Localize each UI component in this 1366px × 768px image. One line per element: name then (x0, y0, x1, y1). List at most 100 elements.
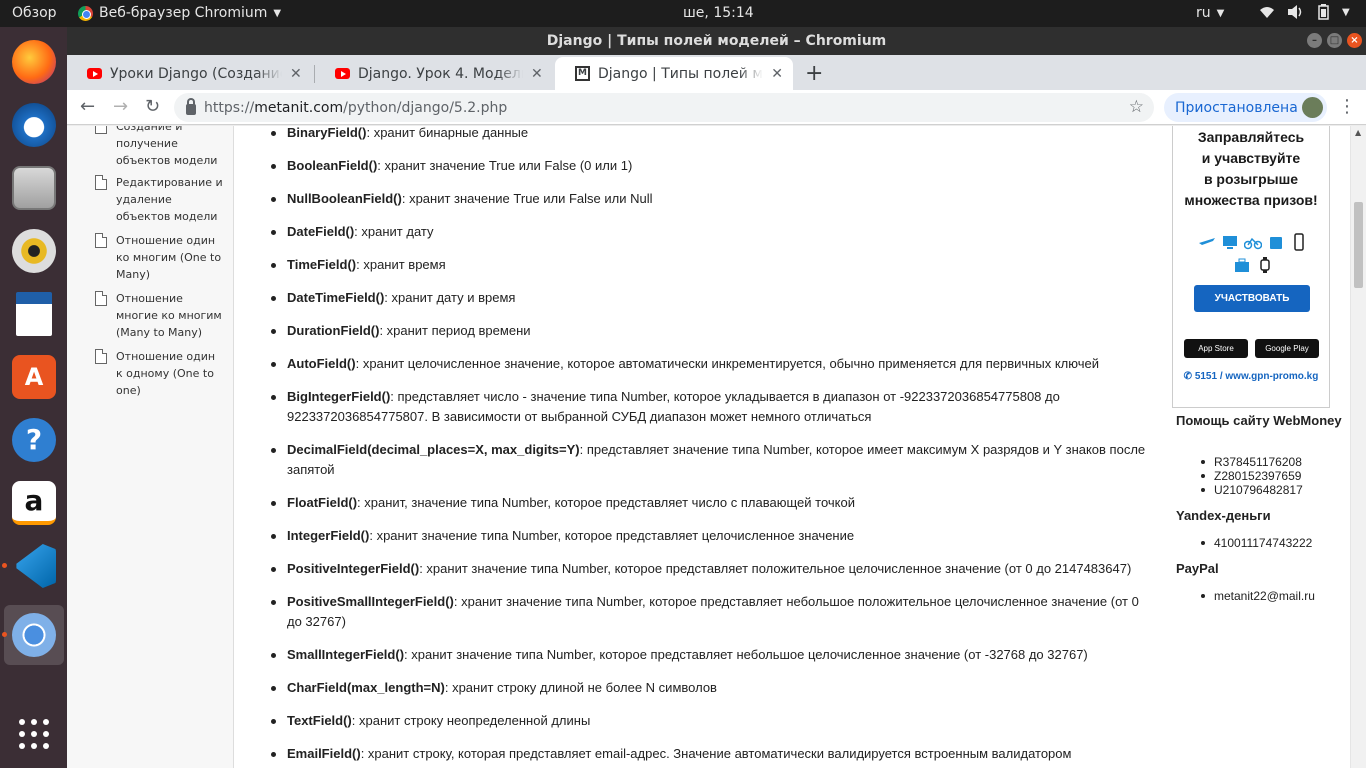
keyboard-layout-label: ru (1196, 5, 1211, 21)
bookmark-star-icon[interactable]: ☆ (1129, 97, 1144, 117)
page-scrollbar[interactable]: ▲ (1350, 126, 1366, 768)
app-menu-label: Веб-браузер Chromium (99, 5, 268, 21)
more-menu-icon[interactable]: ⋮ (1338, 96, 1356, 117)
back-arrow-icon[interactable]: ← (80, 96, 95, 117)
paypal-heading: PayPal (1176, 561, 1219, 576)
lock-icon[interactable] (186, 98, 196, 115)
new-tab-button[interactable]: + (805, 61, 823, 86)
list-item: Z280152397659 (1200, 469, 1302, 483)
tab-title: Django. Урок 4. Модели - (358, 65, 523, 82)
dock-vscode[interactable] (2, 536, 64, 596)
keyboard-layout[interactable]: ru ▼ (1196, 5, 1224, 21)
activities-button[interactable]: Обзор (12, 5, 57, 21)
software-center-icon: A (12, 355, 56, 399)
system-tray[interactable]: ▼ (1258, 4, 1350, 20)
chromium-icon (78, 5, 93, 21)
dock-chromium[interactable] (2, 605, 64, 665)
maximize-button[interactable]: □ (1327, 33, 1342, 48)
jerrycan-icon (1270, 237, 1282, 249)
list-item: TextField(): хранит строку неопределенно… (271, 711, 1157, 731)
libreoffice-writer-icon (16, 292, 52, 336)
tab-django-lesson-4[interactable]: Django. Урок 4. Модели - ✕ (315, 57, 553, 90)
profile-button[interactable]: Приостановлена (1164, 93, 1327, 122)
close-tab-icon[interactable]: ✕ (531, 66, 543, 82)
list-item: BinaryField(): хранит бинарные данные (271, 126, 1157, 143)
url-host: metanit.com (254, 99, 344, 116)
list-item: TimeField(): хранит время (271, 255, 1157, 275)
vscode-icon (16, 544, 56, 588)
list-item: metanit22@mail.ru (1201, 589, 1315, 603)
url-scheme: https:// (204, 99, 255, 116)
amazon-icon: a (12, 481, 56, 525)
ad-text: Заправляйтесь и учавствуйте в розыгрыше … (1184, 129, 1318, 208)
battery-icon (1318, 4, 1329, 20)
list-item: FloatField(): хранит, значение типа Numb… (271, 493, 1157, 513)
nav-item-label: Отношение один ко многим (One to Many) (116, 234, 222, 281)
thunderbird-icon (12, 103, 56, 147)
toolbox-icon (1234, 258, 1249, 272)
list-item: IntegerField(): хранит значение типа Num… (271, 526, 1157, 546)
list-item: PositiveIntegerField(): хранит значение … (271, 559, 1157, 579)
wifi-icon (1260, 7, 1274, 18)
list-item: SmallIntegerField(): хранит значение тип… (271, 645, 1157, 665)
list-item: 410011174743222 (1200, 536, 1313, 550)
dock-amazon[interactable]: a (4, 473, 64, 533)
smartwatch-icon (1259, 257, 1270, 273)
nav-item-one-to-many[interactable]: Отношение один ко многим (One to Many) (95, 232, 225, 283)
reload-icon[interactable]: ↻ (145, 96, 160, 117)
close-tab-icon[interactable]: ✕ (290, 66, 302, 82)
dock-help[interactable]: ? (4, 410, 64, 470)
firefox-icon (12, 40, 56, 84)
ad-participate-button[interactable]: УЧАСТВОВАТЬ (1194, 285, 1310, 312)
scroll-up-arrow-icon[interactable]: ▲ (1355, 128, 1361, 137)
list-item: DecimalField(decimal_places=X, max_digit… (271, 440, 1157, 480)
chevron-down-icon: ▼ (273, 7, 282, 19)
tab-title: Уроки Django (Создание (110, 65, 282, 82)
clock[interactable]: ше, 15:14 (683, 5, 754, 21)
chromium-icon (12, 613, 56, 657)
tab-django-lessons[interactable]: Уроки Django (Создание ✕ (67, 57, 312, 90)
ad-banner[interactable]: Заправляйтесь и учавствуйте в розыгрыше … (1172, 126, 1330, 408)
app-store-badge[interactable]: App Store (1184, 339, 1248, 358)
document-icon (95, 175, 107, 190)
dock-firefox[interactable] (4, 32, 64, 92)
address-bar[interactable]: https://metanit.com/python/django/5.2.ph… (174, 93, 1154, 122)
dock-writer[interactable] (4, 284, 64, 344)
forward-arrow-icon[interactable]: → (113, 96, 128, 117)
minimize-button[interactable]: – (1307, 33, 1322, 48)
google-play-badge[interactable]: Google Play (1255, 339, 1319, 358)
list-item: DateField(): хранит дату (271, 222, 1157, 242)
show-applications-button[interactable] (4, 704, 64, 764)
nav-item-create-objects[interactable]: Создание и получение объектов модели (95, 126, 225, 169)
browser-toolbar: ← → ↻ https://metanit.com/python/django/… (67, 90, 1366, 125)
nav-item-edit-objects[interactable]: Редактирование и удаление объектов модел… (95, 174, 225, 225)
dock-files[interactable] (4, 158, 64, 218)
yandex-heading: Yandex-деньги (1176, 508, 1271, 523)
ad-contact: ✆ 5151 / www.gpn-promo.kg (1183, 371, 1319, 382)
youtube-icon (335, 68, 350, 79)
document-icon (95, 349, 107, 364)
tv-icon (1223, 236, 1237, 249)
youtube-icon (87, 68, 102, 79)
list-item: PositiveSmallIntegerField(): хранит знач… (271, 592, 1157, 632)
tab-title: Django | Типы полей мод (598, 65, 764, 82)
apps-grid-icon (19, 719, 49, 749)
dock-thunderbird[interactable] (4, 95, 64, 155)
rhythmbox-icon (12, 229, 56, 273)
window-controls: – □ × (1307, 33, 1362, 48)
files-icon (12, 166, 56, 210)
plane-icon (1199, 238, 1215, 245)
tab-django-field-types[interactable]: M Django | Типы полей мод ✕ (555, 57, 793, 90)
list-item: BigIntegerField(): представляет число - … (271, 387, 1157, 427)
close-tab-icon[interactable]: ✕ (771, 66, 783, 82)
scrollbar-thumb[interactable] (1354, 202, 1363, 288)
close-window-button[interactable]: × (1347, 33, 1362, 48)
app-menu[interactable]: Веб-браузер Chromium ▼ (78, 5, 281, 21)
dock-rhythmbox[interactable] (4, 221, 64, 281)
nav-item-many-to-many[interactable]: Отношение многие ко многим (Many to Many… (95, 290, 225, 341)
dock-software[interactable]: A (4, 347, 64, 407)
window-titlebar[interactable]: Django | Типы полей моделей – Chromium –… (67, 27, 1366, 55)
list-item: CharField(max_length=N): хранит строку д… (271, 678, 1157, 698)
nav-item-one-to-one[interactable]: Отношение один к одному (One to one) (95, 348, 225, 399)
left-navigation: Создание и получение объектов модели Ред… (67, 126, 234, 768)
